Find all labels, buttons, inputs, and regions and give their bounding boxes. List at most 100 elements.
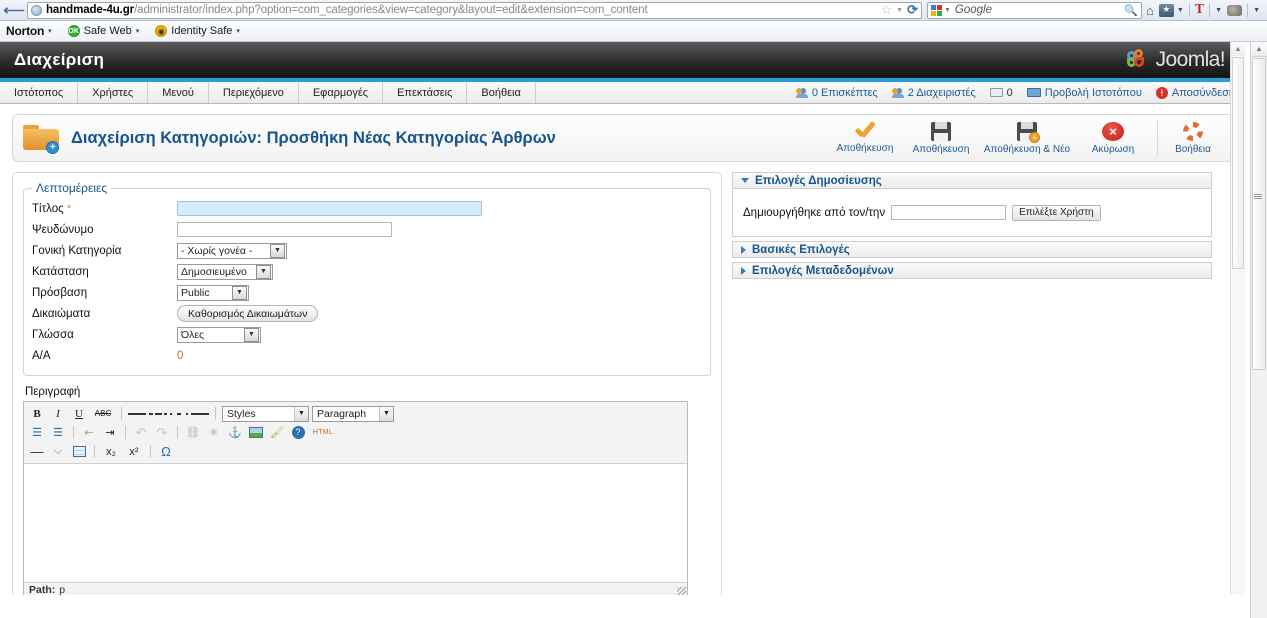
menu-item-site[interactable]: Ιστότοπος xyxy=(0,82,79,103)
chevron-down-icon[interactable]: ▼ xyxy=(294,406,308,421)
format-select[interactable]: Paragraph ▼ xyxy=(312,405,394,422)
align-left-icon[interactable] xyxy=(128,406,146,422)
search-bar[interactable]: ▼ Google 🔍 xyxy=(926,1,1142,19)
text-tool-caret-icon[interactable]: ▼ xyxy=(1215,7,1222,14)
chevron-down-icon[interactable]: ▼ xyxy=(256,264,271,279)
editor-content-area[interactable] xyxy=(24,464,687,582)
title-input[interactable] xyxy=(177,201,482,216)
indent-icon[interactable]: ⇥ xyxy=(101,425,119,441)
menu-item-help[interactable]: Βοήθεια xyxy=(467,82,536,103)
norton-item-identity-safe[interactable]: ◉ Identity Safe ▾ xyxy=(155,25,240,37)
bookmark-star-icon[interactable]: ☆ xyxy=(880,3,892,18)
chevron-right-icon[interactable] xyxy=(741,266,746,275)
align-center-icon[interactable] xyxy=(149,406,167,422)
help-button[interactable]: Βοήθεια xyxy=(1164,116,1222,160)
access-select[interactable]: Public ▼ xyxy=(177,284,249,301)
back-arrow-icon[interactable]: ⟵ xyxy=(3,1,25,19)
italic-icon[interactable]: I xyxy=(49,406,67,422)
save-and-new-button[interactable]: + Αποθήκευση & Νέο xyxy=(979,116,1075,160)
menu-item-content[interactable]: Περιεχόμενο xyxy=(209,82,299,103)
created-by-input[interactable] xyxy=(891,205,1007,220)
publishing-options-header[interactable]: Επιλογές Δημοσίευσης xyxy=(732,172,1212,189)
undo-icon[interactable]: ↶ xyxy=(132,425,150,441)
address-bar[interactable]: handmade-4u.gr/administrator/index.php?o… xyxy=(27,1,922,19)
chevron-down-icon[interactable]: ▼ xyxy=(232,285,247,300)
status-select[interactable]: Δημοσιευμένο ▼ xyxy=(177,263,273,280)
menu-item-components[interactable]: Εφαρμογές xyxy=(299,82,384,103)
language-select[interactable]: Όλες ▼ xyxy=(177,326,261,343)
subscript-icon[interactable]: x₂ xyxy=(101,444,121,460)
basic-options-header[interactable]: Βασικές Επιλογές xyxy=(732,241,1212,258)
redo-icon[interactable]: ↷ xyxy=(153,425,171,441)
menu-item-users[interactable]: Χρήστες xyxy=(78,82,149,103)
styles-select[interactable]: Styles ▼ xyxy=(222,405,309,422)
chevron-down-icon[interactable]: ▼ xyxy=(244,327,259,342)
field-row-alias: Ψευδώνυμο xyxy=(32,220,702,239)
remove-format-icon[interactable]: ⌵ xyxy=(49,444,67,460)
toolbar-divider xyxy=(1157,120,1158,156)
editor-resize-handle[interactable] xyxy=(677,587,686,595)
special-char-icon[interactable]: Ω xyxy=(157,444,175,460)
anchor-icon[interactable]: ⚓ xyxy=(226,425,244,441)
parent-select[interactable]: - Χωρίς γονέα - ▼ xyxy=(177,242,287,259)
chevron-down-icon[interactable]: ▼ xyxy=(379,406,393,421)
chevron-down-icon[interactable] xyxy=(741,178,749,183)
status-preview-site[interactable]: Προβολή Ιστοτόπου xyxy=(1026,87,1142,99)
addon-caret-icon[interactable]: ▼ xyxy=(1253,7,1260,14)
chevron-down-icon[interactable]: ▼ xyxy=(896,7,903,14)
browser-scroll-thumb[interactable] xyxy=(1252,58,1266,370)
identity-safe-badge-icon: ◉ xyxy=(155,25,168,37)
align-right-icon[interactable] xyxy=(170,406,188,422)
alias-input[interactable] xyxy=(177,222,392,237)
status-logout[interactable]: ! Αποσύνδεση xyxy=(1155,86,1235,99)
insert-image-icon[interactable] xyxy=(247,425,265,441)
metadata-options-header[interactable]: Επιλογές Μεταδεδομένων xyxy=(732,262,1212,279)
admin-frame-scrollbar[interactable]: ▲ xyxy=(1230,42,1245,595)
norton-caret-icon[interactable]: ▾ xyxy=(48,27,52,35)
chevron-down-icon[interactable]: ▾ xyxy=(236,27,240,35)
underline-icon[interactable]: U xyxy=(70,406,88,422)
status-visitors[interactable]: 0 Επισκέπτες xyxy=(795,87,878,99)
browser-scrollbar[interactable]: ▲ xyxy=(1250,42,1267,618)
home-icon[interactable]: ⌂ xyxy=(1146,3,1154,18)
align-justify-icon[interactable] xyxy=(191,406,209,422)
select-user-button[interactable]: Επιλέξτε Χρήστη xyxy=(1012,204,1101,221)
insert-table-icon[interactable] xyxy=(70,444,88,460)
save-button[interactable]: Αποθήκευση xyxy=(903,116,979,160)
bullet-list-icon[interactable]: ☰ xyxy=(28,425,46,441)
help-editor-icon[interactable]: ? xyxy=(289,425,307,441)
cancel-button[interactable]: × Ακύρωση xyxy=(1075,116,1151,160)
chevron-right-icon[interactable] xyxy=(741,245,746,254)
search-icon[interactable]: 🔍 xyxy=(1124,4,1138,17)
scroll-up-arrow-icon[interactable]: ▲ xyxy=(1251,42,1267,57)
text-tool-icon[interactable]: T xyxy=(1195,2,1204,18)
norton-item-safe-web[interactable]: OK Safe Web ▾ xyxy=(67,25,140,37)
numbered-list-icon[interactable]: ☰ xyxy=(49,425,67,441)
link-icon[interactable]: ⛓ xyxy=(184,425,202,441)
html-source-icon[interactable]: HTML xyxy=(310,425,336,441)
menu-item-extensions[interactable]: Επεκτάσεις xyxy=(383,82,468,103)
outdent-icon[interactable]: ⇤ xyxy=(80,425,98,441)
bookmark-caret-icon[interactable]: ▼ xyxy=(1177,7,1184,14)
field-row-status: Κατάσταση Δημοσιευμένο ▼ xyxy=(32,262,702,281)
menu-item-menus[interactable]: Μενού xyxy=(148,82,209,103)
bookmark-icon[interactable] xyxy=(1158,3,1174,17)
unlink-icon[interactable]: ✳ xyxy=(205,425,223,441)
apply-button[interactable]: Αποθήκευση xyxy=(827,116,903,160)
strikethrough-icon[interactable]: ABC xyxy=(91,406,115,422)
set-permissions-button[interactable]: Καθορισμός Δικαιωμάτων xyxy=(177,305,319,322)
horizontal-rule-icon[interactable]: — xyxy=(28,444,46,460)
bold-icon[interactable]: B xyxy=(28,406,46,422)
cleanup-icon[interactable]: 🖌 xyxy=(268,425,286,441)
chevron-down-icon[interactable]: ▾ xyxy=(136,27,140,35)
status-administrators[interactable]: 2 Διαχειριστές xyxy=(891,87,976,99)
chevron-down-icon[interactable]: ▼ xyxy=(270,243,285,258)
addon-icon[interactable] xyxy=(1227,4,1243,16)
scroll-up-arrow-icon[interactable]: ▲ xyxy=(1231,42,1245,56)
norton-item-label: Identity Safe xyxy=(171,25,233,37)
search-engine-caret-icon[interactable]: ▼ xyxy=(944,7,951,14)
admin-scroll-thumb[interactable] xyxy=(1232,57,1244,269)
reload-icon[interactable]: ⟳ xyxy=(907,3,918,18)
superscript-icon[interactable]: x² xyxy=(124,444,144,460)
status-messages[interactable]: 0 xyxy=(989,87,1013,99)
